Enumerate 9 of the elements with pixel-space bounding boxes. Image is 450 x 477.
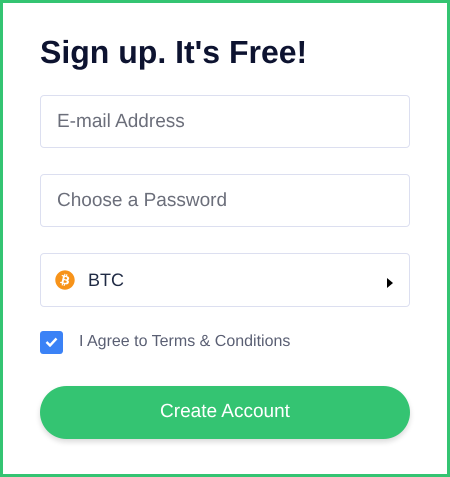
terms-checkbox[interactable] bbox=[40, 330, 63, 354]
page-title: Sign up. It's Free! bbox=[40, 33, 308, 72]
caret-icon bbox=[387, 278, 393, 288]
check-icon bbox=[45, 337, 58, 347]
password-field[interactable]: Choose a Password bbox=[40, 174, 410, 227]
email-field[interactable]: E-mail Address bbox=[40, 95, 410, 148]
bitcoin-icon bbox=[55, 270, 75, 290]
terms-label: I Agree to Terms & Conditions bbox=[79, 332, 290, 352]
currency-select[interactable]: BTC bbox=[40, 253, 410, 307]
